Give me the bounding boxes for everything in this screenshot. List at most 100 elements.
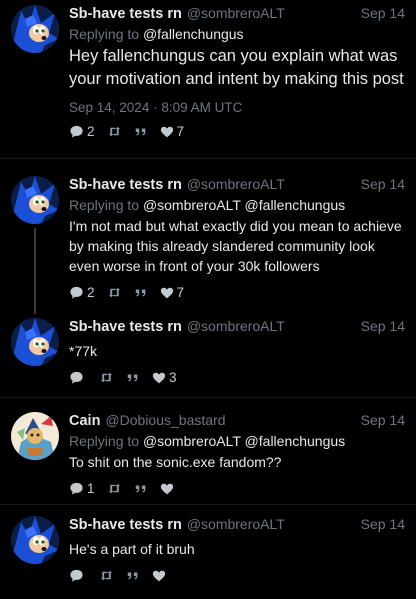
quote-icon bbox=[134, 286, 148, 300]
display-name[interactable]: Sb-have tests rn bbox=[69, 6, 182, 22]
retweet-icon bbox=[99, 568, 114, 583]
quote-button[interactable] bbox=[126, 371, 140, 385]
thread-divider bbox=[0, 158, 416, 159]
replying-to-handle[interactable]: @fallenchungus bbox=[143, 26, 244, 42]
retweet-button[interactable] bbox=[107, 124, 122, 139]
speech-bubble-icon bbox=[69, 285, 84, 300]
sonic-avatar-icon bbox=[11, 5, 59, 53]
heart-icon bbox=[152, 569, 166, 583]
reply-count: 2 bbox=[87, 124, 95, 139]
reply-button[interactable] bbox=[69, 370, 87, 385]
tweet-date[interactable]: Sep 14 bbox=[361, 5, 405, 21]
tweet-date[interactable]: Sep 14 bbox=[361, 318, 405, 334]
like-count: 7 bbox=[176, 285, 185, 300]
speech-bubble-icon bbox=[69, 370, 84, 385]
retweet-button[interactable] bbox=[107, 285, 122, 300]
tweet[interactable]: Cain @Dobious_bastard Sep 14 Replying to… bbox=[0, 412, 416, 497]
avatar[interactable] bbox=[11, 412, 59, 460]
reply-count: 1 bbox=[87, 481, 95, 496]
retweet-button[interactable] bbox=[107, 481, 122, 496]
thread-divider bbox=[0, 397, 416, 398]
reply-button[interactable] bbox=[69, 568, 87, 583]
tweet[interactable]: Sb-have tests rn @sombreroALT Sep 14 He'… bbox=[0, 516, 416, 586]
retweet-button[interactable] bbox=[99, 370, 114, 385]
display-name[interactable]: Sb-have tests rn bbox=[69, 319, 182, 335]
user-handle[interactable]: @sombreroALT bbox=[187, 516, 285, 532]
avatar[interactable] bbox=[11, 516, 59, 564]
tweet[interactable]: Sb-have tests rn @sombreroALT Sep 14 *77… bbox=[0, 318, 416, 388]
tweet-text: I'm not mad but what exactly did you mea… bbox=[69, 218, 402, 274]
replying-prefix: Replying to bbox=[69, 433, 143, 449]
quote-button[interactable] bbox=[134, 286, 148, 300]
user-handle[interactable]: @Dobious_bastard bbox=[105, 412, 225, 428]
like-count: 7 bbox=[176, 124, 185, 139]
reply-button[interactable]: 1 bbox=[69, 481, 95, 496]
like-button[interactable]: 3 bbox=[152, 370, 177, 385]
retweet-icon bbox=[107, 285, 122, 300]
replying-to: Replying to @fallenchungus bbox=[69, 26, 406, 42]
tweet-actions: 1 bbox=[69, 481, 406, 496]
tweet-text: He's a part of it bruh bbox=[69, 541, 195, 557]
reply-button[interactable]: 2 bbox=[69, 124, 95, 139]
tweet-text: Hey fallenchungus can you explain what w… bbox=[69, 47, 404, 88]
tweet-actions: 3 bbox=[69, 370, 406, 385]
heart-icon bbox=[160, 286, 174, 300]
replying-to: Replying to @sombreroALT @fallenchungus bbox=[69, 433, 406, 449]
user-handle[interactable]: @sombreroALT bbox=[187, 318, 285, 334]
speech-bubble-icon bbox=[69, 481, 84, 496]
quote-button[interactable] bbox=[134, 125, 148, 139]
quote-icon bbox=[126, 569, 140, 583]
heart-icon bbox=[160, 125, 174, 139]
tweet-date[interactable]: Sep 14 bbox=[361, 516, 405, 532]
quote-icon bbox=[134, 482, 148, 496]
thread-connector bbox=[34, 228, 36, 314]
user-handle[interactable]: @sombreroALT bbox=[187, 5, 285, 21]
tweet-date[interactable]: Sep 14 bbox=[361, 412, 405, 428]
quote-icon bbox=[126, 371, 140, 385]
quote-button[interactable] bbox=[134, 482, 148, 496]
like-button[interactable] bbox=[152, 569, 169, 583]
thread-divider bbox=[0, 504, 416, 505]
tweet-actions: 2 7 bbox=[69, 285, 406, 300]
avatar[interactable] bbox=[11, 318, 59, 366]
like-button[interactable] bbox=[160, 482, 177, 496]
tweet-timestamp[interactable]: Sep 14, 2024 · 8:09 AM UTC bbox=[69, 100, 406, 115]
tweet-actions: 2 7 bbox=[69, 124, 406, 139]
tweet-text: To shit on the sonic.exe fandom?? bbox=[69, 454, 282, 470]
heart-icon bbox=[160, 482, 174, 496]
replying-to: Replying to @sombreroALT @fallenchungus bbox=[69, 197, 406, 213]
tweet-actions bbox=[69, 568, 406, 583]
speech-bubble-icon bbox=[69, 124, 84, 139]
cain-avatar-icon bbox=[11, 412, 59, 460]
retweet-icon bbox=[107, 481, 122, 496]
heart-icon bbox=[152, 371, 166, 385]
tweet-date[interactable]: Sep 14 bbox=[361, 176, 405, 192]
replying-prefix: Replying to bbox=[69, 26, 143, 42]
retweet-icon bbox=[99, 370, 114, 385]
tweet-text: *77k bbox=[69, 343, 98, 359]
replying-to-handle[interactable]: @sombreroALT @fallenchungus bbox=[143, 433, 345, 449]
like-count: 3 bbox=[169, 370, 177, 385]
quote-icon bbox=[134, 125, 148, 139]
display-name[interactable]: Cain bbox=[69, 413, 100, 429]
tweet[interactable]: Sb-have tests rn @sombreroALT Sep 14 Rep… bbox=[0, 176, 416, 314]
retweet-button[interactable] bbox=[99, 568, 114, 583]
display-name[interactable]: Sb-have tests rn bbox=[69, 177, 182, 193]
replying-to-handle[interactable]: @sombreroALT @fallenchungus bbox=[143, 197, 345, 213]
sonic-avatar-icon bbox=[11, 176, 59, 224]
speech-bubble-icon bbox=[69, 568, 84, 583]
display-name[interactable]: Sb-have tests rn bbox=[69, 517, 182, 533]
retweet-icon bbox=[107, 124, 122, 139]
tweet[interactable]: Sb-have tests rn @sombreroALT Sep 14 Rep… bbox=[0, 5, 416, 145]
reply-button[interactable]: 2 bbox=[69, 285, 95, 300]
user-handle[interactable]: @sombreroALT bbox=[187, 176, 285, 192]
like-button[interactable]: 7 bbox=[160, 285, 185, 300]
sonic-avatar-icon bbox=[11, 516, 59, 564]
quote-button[interactable] bbox=[126, 569, 140, 583]
like-button[interactable]: 7 bbox=[160, 124, 185, 139]
replying-prefix: Replying to bbox=[69, 197, 143, 213]
sonic-avatar-icon bbox=[11, 318, 59, 366]
reply-count: 2 bbox=[87, 285, 95, 300]
avatar[interactable] bbox=[11, 5, 59, 53]
avatar[interactable] bbox=[11, 176, 59, 224]
